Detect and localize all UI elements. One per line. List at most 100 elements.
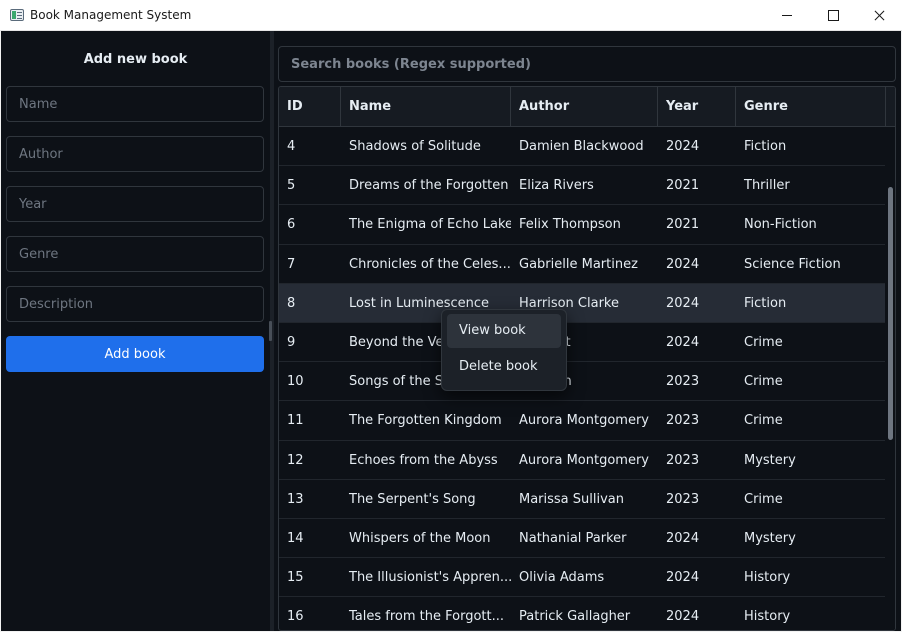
cell-genre: Fiction (744, 295, 787, 311)
books-table: ID Name Author Year Genre 4 Shadows of So… (278, 86, 896, 631)
cell-author: Marissa Sullivan (519, 491, 625, 507)
cell-genre: Science Fiction (744, 256, 841, 272)
cell-author: Aurora Montgomery (519, 452, 649, 468)
add-book-panel: Add new book Add book (1, 31, 270, 631)
view-book-menu-item[interactable]: View book (447, 314, 561, 348)
cell-id: 11 (287, 413, 304, 429)
cell-genre: Mystery (744, 452, 796, 468)
cell-name: The Illusionist's Appren... (349, 570, 511, 586)
cell-id: 9 (287, 334, 296, 350)
row-context-menu: View book Delete book (441, 309, 567, 391)
cell-id: 16 (287, 609, 304, 625)
cell-genre: Fiction (744, 139, 787, 154)
delete-book-menu-item[interactable]: Delete book (447, 350, 561, 384)
cell-genre: Non-Fiction (744, 217, 817, 233)
table-row[interactable]: 10Songs of the Sinderson2023Crime (279, 362, 885, 402)
cell-id: 8 (287, 295, 296, 311)
year-input[interactable] (6, 186, 264, 222)
cell-genre: Crime (744, 491, 783, 507)
cell-name: The Forgotten Kingdom (349, 413, 502, 429)
cell-name: Whispers of the Moon (349, 530, 491, 546)
table-row[interactable]: 8 Lost in Luminescence Harrison Clarke 2024… (279, 283, 885, 323)
cell-genre: History (744, 609, 791, 625)
table-row[interactable]: 15 The Illusionist's Appren... Olivia Adam… (279, 558, 885, 598)
minimize-button[interactable] (764, 0, 810, 31)
app-client-area: Add new book Add book ID Name Author Yea… (1, 31, 901, 631)
description-input[interactable] (6, 286, 264, 322)
cell-year: 2024 (666, 139, 700, 154)
cell-year: 2023 (666, 374, 700, 390)
cell-id: 4 (287, 139, 296, 154)
cell-genre: History (744, 570, 791, 586)
add-book-heading: Add new book (83, 52, 188, 67)
maximize-button[interactable] (810, 0, 856, 31)
cell-genre: Thriller (744, 178, 790, 194)
cell-id: 14 (287, 530, 304, 546)
cell-name: The Serpent's Song (349, 491, 476, 507)
table-row[interactable]: 9Beyond the VeilBennett2024Crime (279, 323, 885, 363)
splitter-grip[interactable] (269, 321, 272, 341)
cell-name: Shadows of Solitude (349, 139, 481, 154)
genre-input[interactable] (6, 236, 264, 272)
cell-genre: Crime (744, 334, 783, 350)
cell-author: Gabrielle Martinez (519, 256, 638, 272)
cell-genre: Crime (744, 374, 783, 390)
add-book-button[interactable]: Add book (6, 336, 264, 372)
table-row[interactable]: 6 The Enigma of Echo Lake Felix Thompson 20… (279, 205, 885, 245)
column-header-name[interactable]: Name (341, 87, 511, 127)
cell-id: 6 (287, 217, 296, 233)
table-row[interactable]: 11 The Forgotten Kingdom Aurora Montgomery… (279, 401, 885, 441)
app-icon (10, 9, 24, 21)
table-row[interactable]: 7 Chronicles of the Celes... Gabrielle Mar… (279, 245, 885, 284)
table-row[interactable]: 5 Dreams of the Forgotten Eliza Rivers 2021… (279, 166, 885, 206)
cell-name: The Enigma of Echo Lake (349, 217, 511, 233)
cell-year: 2021 (666, 178, 700, 194)
column-header-author[interactable]: Author (511, 87, 658, 127)
cell-genre: Mystery (744, 530, 796, 546)
cell-name: Tales from the Forgott... (349, 609, 505, 625)
cell-genre: Crime (744, 413, 783, 429)
table-row[interactable]: 4 Shadows of Solitude Damien Blackwood 2024… (279, 127, 885, 167)
column-header-id[interactable]: ID (279, 87, 341, 127)
table-scrollbar[interactable] (886, 127, 895, 630)
cell-author: Felix Thompson (519, 217, 621, 233)
search-input[interactable] (278, 46, 896, 82)
cell-id: 12 (287, 452, 304, 468)
cell-year: 2024 (666, 256, 700, 272)
scrollbar-thumb[interactable] (888, 187, 893, 440)
cell-id: 13 (287, 491, 304, 507)
cell-year: 2024 (666, 334, 700, 350)
cell-id: 7 (287, 256, 296, 272)
column-header-genre[interactable]: Genre (736, 87, 886, 127)
cell-author: Nathanial Parker (519, 530, 627, 546)
cell-year: 2021 (666, 217, 700, 233)
author-input[interactable] (6, 136, 264, 172)
column-header-year[interactable]: Year (658, 87, 736, 127)
cell-year: 2024 (666, 570, 700, 586)
name-input[interactable] (6, 86, 264, 122)
table-row[interactable]: 14 Whispers of the Moon Nathanial Parker 20… (279, 519, 885, 559)
window-title: Book Management System (30, 8, 192, 22)
cell-year: 2023 (666, 452, 700, 468)
cell-name: Chronicles of the Celes... (349, 256, 511, 272)
table-body: 4 Shadows of Solitude Damien Blackwood 2024… (279, 127, 885, 630)
cell-author: Eliza Rivers (519, 178, 594, 194)
cell-name: Echoes from the Abyss (349, 452, 498, 468)
cell-author: Olivia Adams (519, 570, 605, 586)
close-button[interactable] (856, 0, 902, 31)
title-bar: Book Management System (0, 0, 902, 31)
cell-year: 2023 (666, 491, 700, 507)
cell-id: 5 (287, 178, 296, 194)
cell-year: 2024 (666, 530, 700, 546)
cell-id: 15 (287, 570, 304, 586)
cell-author: Damien Blackwood (519, 139, 644, 154)
table-row[interactable]: 12 Echoes from the Abyss Aurora Montgomery… (279, 441, 885, 480)
cell-id: 10 (287, 374, 304, 390)
cell-year: 2024 (666, 295, 700, 311)
table-header: ID Name Author Year Genre (279, 87, 895, 127)
cell-author: Aurora Montgomery (519, 413, 649, 429)
cell-name: Dreams of the Forgotten (349, 178, 509, 194)
table-row[interactable]: 16 Tales from the Forgott... Patrick Galla… (279, 597, 885, 630)
cell-year: 2023 (666, 413, 700, 429)
table-row[interactable]: 13 The Serpent's Song Marissa Sullivan 2023… (279, 480, 885, 519)
